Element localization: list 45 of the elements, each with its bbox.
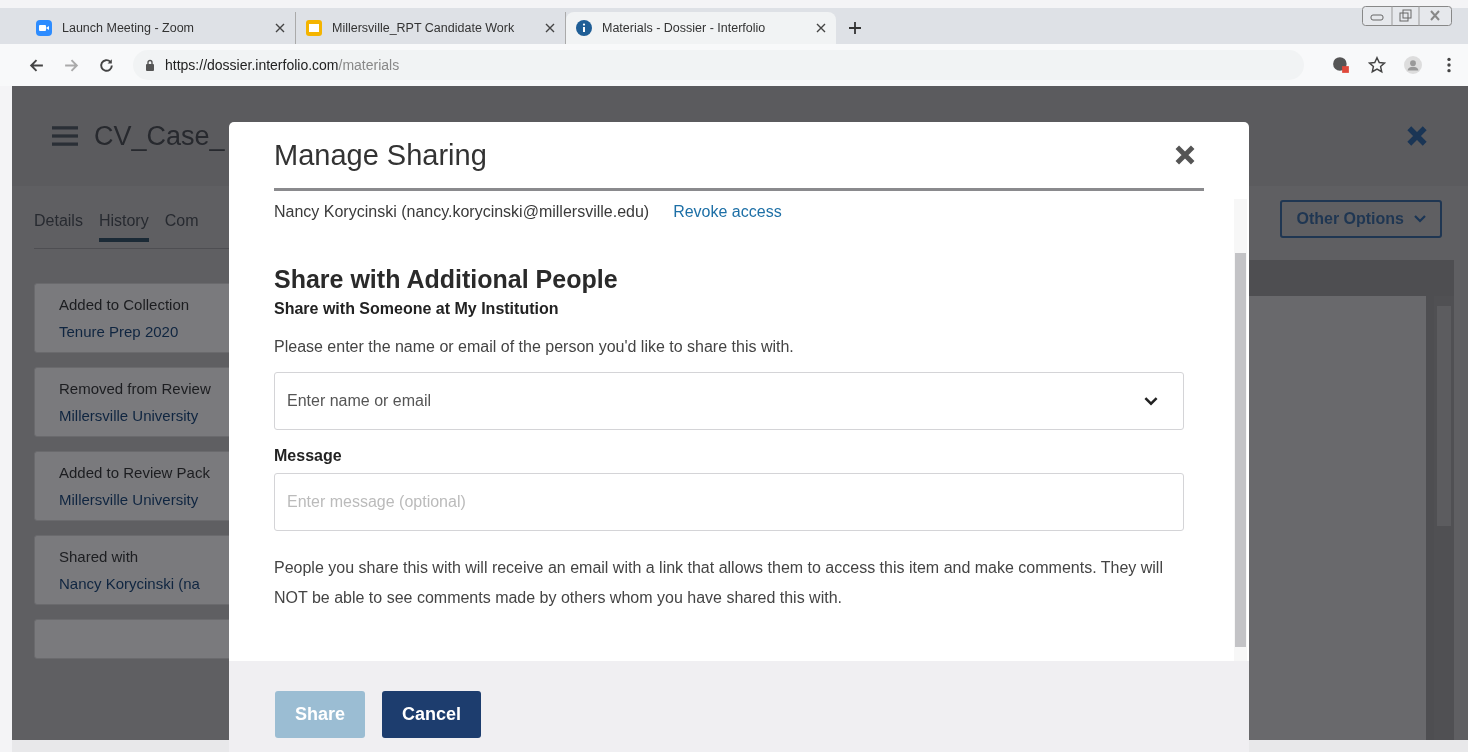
video-camera-icon xyxy=(36,20,52,36)
new-tab-icon[interactable] xyxy=(848,21,862,35)
window-controls[interactable] xyxy=(1362,6,1452,26)
scrollbar[interactable] xyxy=(1234,199,1247,661)
history-event: Added to Review Pack xyxy=(59,464,210,481)
message-label: Message xyxy=(274,447,343,465)
tab-title: Materials - Dossier - Interfolio xyxy=(602,21,767,35)
history-link[interactable]: Nancy Korycinski (na xyxy=(59,575,200,592)
chevron-down-icon xyxy=(1144,397,1158,406)
page-tab[interactable]: Com xyxy=(164,212,199,238)
extension-icon[interactable] xyxy=(1332,56,1350,74)
star-icon[interactable] xyxy=(1368,56,1386,74)
history-link[interactable]: Millersville University xyxy=(59,491,199,508)
slides-icon xyxy=(306,20,322,36)
page-tab[interactable]: History xyxy=(98,212,149,242)
history-event: Added to Collection xyxy=(59,296,190,313)
history-link[interactable]: Tenure Prep 2020 xyxy=(59,323,179,340)
close-icon[interactable] xyxy=(1174,144,1196,166)
browser-tab[interactable]: Materials - Dossier - Interfolio xyxy=(566,12,836,44)
profile-icon[interactable] xyxy=(1404,56,1422,74)
section-heading: Share with Additional People xyxy=(274,265,619,294)
history-event: Shared with xyxy=(59,548,139,565)
info-icon xyxy=(576,20,592,36)
cancel-button[interactable]: Cancel xyxy=(382,691,482,738)
lock-icon xyxy=(145,59,155,71)
tab-title: Launch Meeting - Zoom xyxy=(62,21,195,35)
message-field[interactable]: Enter message (optional) xyxy=(274,473,1184,531)
close-icon[interactable] xyxy=(816,23,826,33)
subheading: Share with Someone at My Institution xyxy=(274,300,560,318)
recipient-field[interactable]: Enter name or email xyxy=(274,372,1184,430)
tab-title: Millersville_RPT Candidate Work xyxy=(332,21,516,35)
close-icon[interactable] xyxy=(545,23,555,33)
page-tab[interactable]: Details xyxy=(34,212,83,238)
shared-person: Nancy Korycinski (nancy.korycinski@millersville.edu) xyxy=(274,203,650,221)
sharing-note: People you share this with will receive an email with a link that allows them to access this item and make comments. They will NOT be able to see comments made by others whom you have shared this with. xyxy=(274,558,1164,608)
history-link[interactable]: Millersville University xyxy=(59,407,199,424)
history-event: Removed from Review xyxy=(59,380,211,397)
address-bar[interactable]: https://dossier.interfolio.com/materials xyxy=(133,50,1304,80)
other-options-button[interactable]: Other Options xyxy=(1280,200,1442,238)
close-icon[interactable] xyxy=(275,23,285,33)
chevron-down-icon xyxy=(1414,215,1426,223)
reload-icon[interactable] xyxy=(98,56,115,74)
dialog-title: Manage Sharing xyxy=(274,138,487,172)
instruction-text: Please enter the name or email of the person you'd like to share this with. xyxy=(274,338,795,356)
revoke-link[interactable]: Revoke access xyxy=(673,203,782,221)
